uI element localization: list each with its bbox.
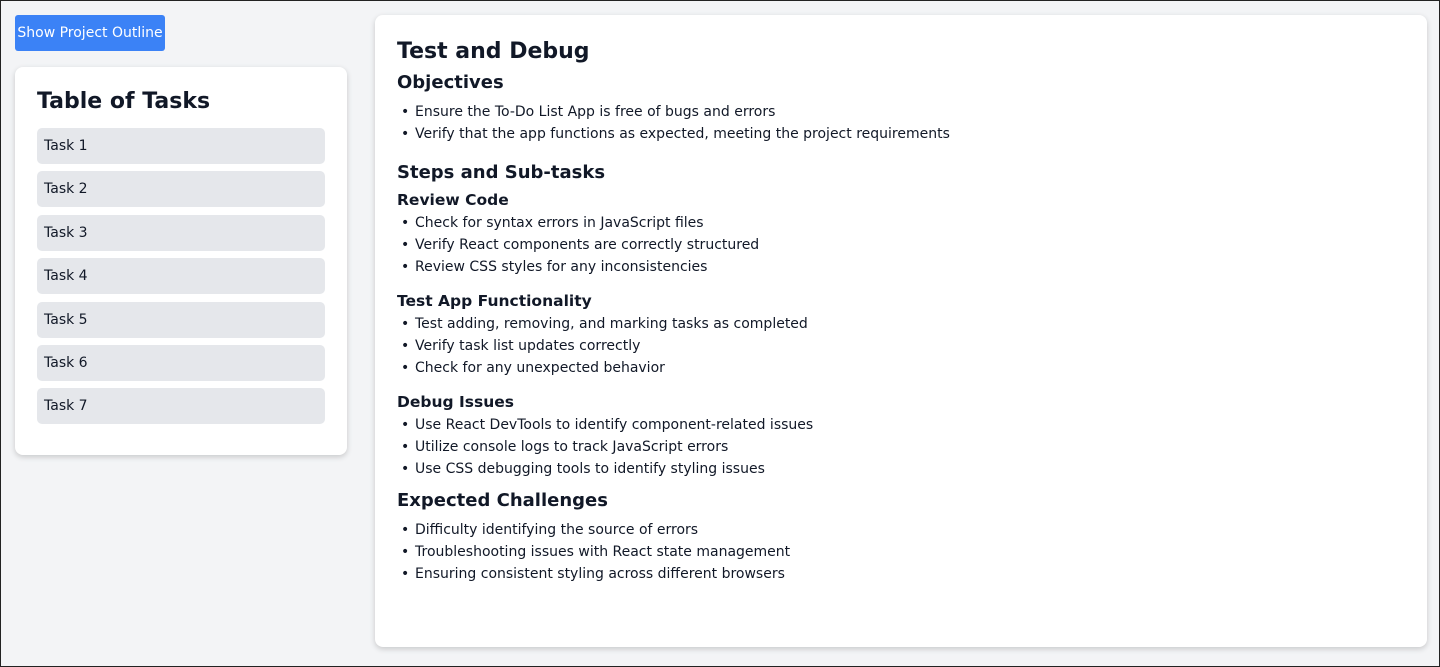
task-item-4[interactable]: Task 4 — [37, 258, 325, 295]
list-item: Ensuring consistent styling across diffe… — [397, 563, 1405, 585]
subsection-heading: Debug Issues — [397, 393, 514, 411]
subsection-list: Test adding, removing, and marking tasks… — [397, 313, 1405, 379]
objectives-heading: Objectives — [397, 72, 504, 93]
table-of-tasks-panel: Table of Tasks Task 1 Task 2 Task 3 Task… — [15, 67, 347, 455]
challenges-heading: Expected Challenges — [397, 490, 608, 511]
subsection-heading: Review Code — [397, 191, 509, 209]
steps-heading: Steps and Sub-tasks — [397, 162, 606, 183]
list-item: Verify React components are correctly st… — [397, 234, 1405, 256]
list-item: Difficulty identifying the source of err… — [397, 519, 1405, 541]
task-list: Task 1 Task 2 Task 3 Task 4 Task 5 Task … — [37, 128, 325, 425]
task-item-6[interactable]: Task 6 — [37, 344, 325, 381]
test-app-functionality-subsection: Test App Functionality Test adding, remo… — [397, 292, 1405, 379]
list-item: Ensure the To-Do List App is free of bug… — [397, 101, 1405, 123]
list-item: Use CSS debugging tools to identify styl… — [397, 458, 1405, 480]
task-item-3[interactable]: Task 3 — [37, 214, 325, 251]
list-item: Test adding, removing, and marking tasks… — [397, 313, 1405, 335]
steps-section: Steps and Sub-tasks Review Code Check fo… — [397, 162, 1405, 480]
list-item: Review CSS styles for any inconsistencie… — [397, 256, 1405, 278]
objectives-section: Objectives Ensure the To-Do List App is … — [397, 72, 1405, 145]
list-item: Verify that the app functions as expecte… — [397, 123, 1405, 145]
subsection-list: Check for syntax errors in JavaScript fi… — [397, 212, 1405, 278]
list-item: Check for syntax errors in JavaScript fi… — [397, 212, 1405, 234]
list-item: Check for any unexpected behavior — [397, 357, 1405, 379]
page-title: Test and Debug — [397, 39, 590, 64]
sidebar-title: Table of Tasks — [37, 89, 211, 114]
debug-issues-subsection: Debug Issues Use React DevTools to ident… — [397, 393, 1405, 480]
objectives-list: Ensure the To-Do List App is free of bug… — [397, 101, 1405, 145]
list-item: Utilize console logs to track JavaScript… — [397, 436, 1405, 458]
review-code-subsection: Review Code Check for syntax errors in J… — [397, 191, 1405, 278]
challenges-section: Expected Challenges Difficulty identifyi… — [397, 490, 1405, 585]
task-item-1[interactable]: Task 1 — [37, 128, 325, 164]
subsection-heading: Test App Functionality — [397, 292, 592, 310]
task-item-5[interactable]: Task 5 — [37, 301, 325, 338]
task-item-7[interactable]: Task 7 — [37, 388, 325, 425]
challenges-list: Difficulty identifying the source of err… — [397, 519, 1405, 585]
list-item: Use React DevTools to identify component… — [397, 414, 1405, 436]
app-frame: Show Project Outline Table of Tasks Task… — [0, 0, 1440, 667]
task-item-2[interactable]: Task 2 — [37, 171, 325, 208]
list-item: Verify task list updates correctly — [397, 335, 1405, 357]
subsection-list: Use React DevTools to identify component… — [397, 414, 1405, 480]
task-detail-panel: Test and Debug Objectives Ensure the To-… — [375, 15, 1427, 647]
list-item: Troubleshooting issues with React state … — [397, 541, 1405, 563]
show-project-outline-button[interactable]: Show Project Outline — [15, 15, 165, 51]
